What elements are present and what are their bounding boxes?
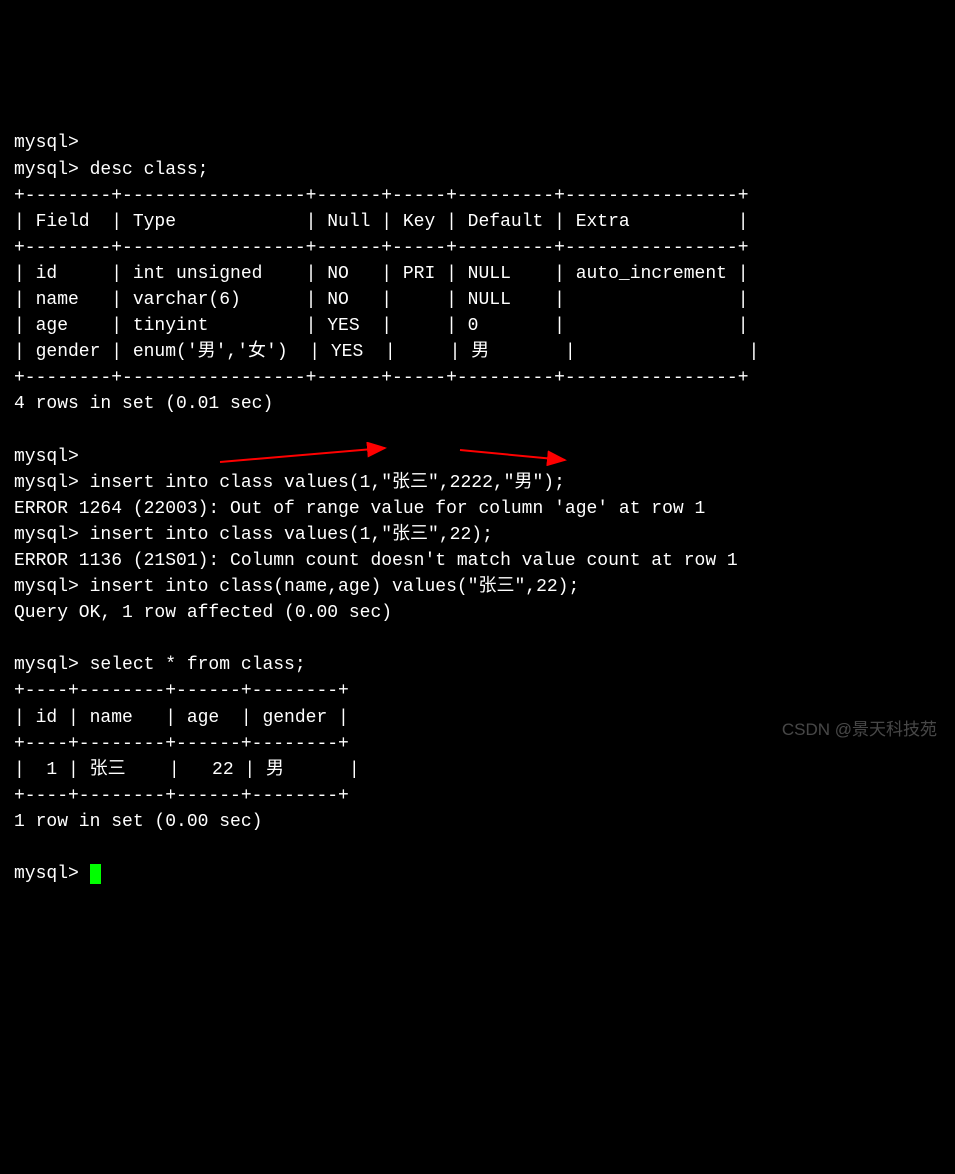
cursor-icon	[90, 864, 101, 884]
result-summary: 1 row in set (0.00 sec)	[14, 812, 262, 832]
error-line: ERROR 1264 (22003): Out of range value f…	[14, 499, 705, 519]
command-line: mysql> insert into class(name,age) value…	[14, 577, 579, 597]
table-row: | name | varchar(6) | NO | | NULL | |	[14, 290, 749, 310]
command-line: mysql> desc class;	[14, 160, 208, 180]
watermark-text: CSDN @景天科技苑	[782, 718, 937, 743]
table-row: | gender | enum('男','女') | YES | | 男 | |	[14, 342, 759, 362]
table-border: +--------+-----------------+------+-----…	[14, 238, 749, 258]
table-border: +----+--------+------+--------+	[14, 786, 349, 806]
table-row: | 1 | 张三 | 22 | 男 |	[14, 760, 360, 780]
command-line: mysql> select * from class;	[14, 655, 306, 675]
table-border: +----+--------+------+--------+	[14, 681, 349, 701]
prompt-line: mysql>	[14, 133, 79, 153]
table-row: | id | int unsigned | NO | PRI | NULL | …	[14, 264, 749, 284]
table-border: +--------+-----------------+------+-----…	[14, 186, 749, 206]
command-line: mysql> insert into class values(1,"张三",2…	[14, 473, 565, 493]
table-border: +--------+-----------------+------+-----…	[14, 368, 749, 388]
command-line: mysql> insert into class values(1,"张三",2…	[14, 525, 493, 545]
table-header: | Field | Type | Null | Key | Default | …	[14, 212, 749, 232]
prompt-line: mysql>	[14, 447, 79, 467]
table-header: | id | name | age | gender |	[14, 708, 349, 728]
table-border: +----+--------+------+--------+	[14, 734, 349, 754]
error-line: ERROR 1136 (21S01): Column count doesn't…	[14, 551, 738, 571]
table-row: | age | tinyint | YES | | 0 | |	[14, 316, 749, 336]
terminal-output: mysql> mysql> desc class; +--------+----…	[14, 104, 941, 887]
prompt-line[interactable]: mysql>	[14, 864, 101, 884]
result-summary: Query OK, 1 row affected (0.00 sec)	[14, 603, 392, 623]
result-summary: 4 rows in set (0.01 sec)	[14, 394, 273, 414]
